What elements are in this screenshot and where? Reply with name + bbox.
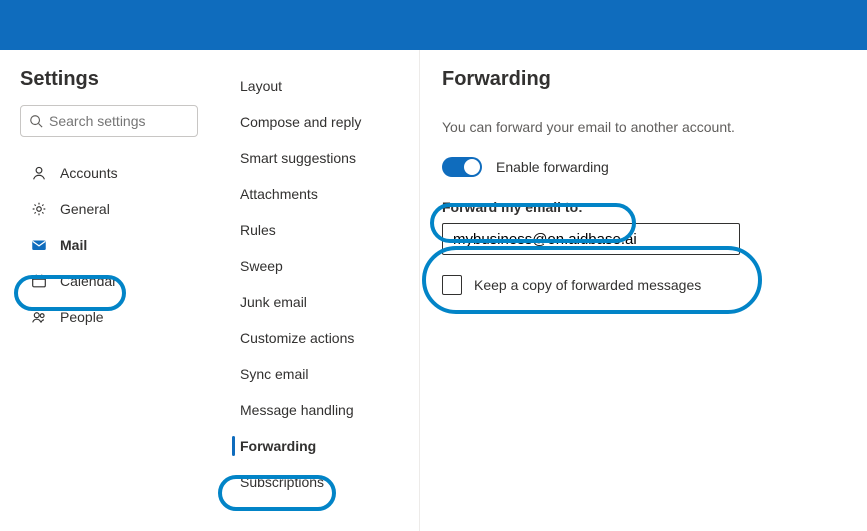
toggle-knob <box>464 159 480 175</box>
calendar-icon <box>30 272 48 290</box>
enable-forwarding-toggle[interactable] <box>442 157 482 177</box>
subnav-label: Message handling <box>240 402 354 418</box>
settings-sidebar: Settings Accounts General Mail <box>0 50 218 531</box>
subnav-subscriptions[interactable]: Subscriptions <box>218 464 419 500</box>
app-topbar <box>0 0 867 50</box>
forward-to-label: Forward my email to: <box>442 199 867 215</box>
nav-item-accounts[interactable]: Accounts <box>20 155 208 191</box>
subnav-label: Subscriptions <box>240 474 324 490</box>
subnav-label: Customize actions <box>240 330 354 346</box>
nav-label: General <box>60 201 110 217</box>
nav-label: Accounts <box>60 165 118 181</box>
person-icon <box>30 164 48 182</box>
subnav-message-handling[interactable]: Message handling <box>218 392 419 428</box>
search-icon <box>29 114 43 128</box>
subnav-customize[interactable]: Customize actions <box>218 320 419 356</box>
subnav-junk[interactable]: Junk email <box>218 284 419 320</box>
subnav-layout[interactable]: Layout <box>218 68 419 104</box>
keep-copy-label: Keep a copy of forwarded messages <box>474 277 701 293</box>
keep-copy-checkbox[interactable] <box>442 275 462 295</box>
settings-window: Settings Accounts General Mail <box>0 50 867 531</box>
mail-subnav: Layout Compose and reply Smart suggestio… <box>218 50 420 531</box>
forwarding-pane: Forwarding You can forward your email to… <box>420 50 867 531</box>
subnav-sweep[interactable]: Sweep <box>218 248 419 284</box>
search-settings[interactable] <box>20 105 198 137</box>
subnav-label: Sweep <box>240 258 283 274</box>
subnav-forwarding[interactable]: Forwarding <box>218 428 419 464</box>
subnav-label: Sync email <box>240 366 308 382</box>
pane-description: You can forward your email to another ac… <box>442 119 867 135</box>
subnav-label: Attachments <box>240 186 318 202</box>
keep-copy-row: Keep a copy of forwarded messages <box>442 275 867 295</box>
people-icon <box>30 308 48 326</box>
subnav-label: Compose and reply <box>240 114 361 130</box>
nav-item-people[interactable]: People <box>20 299 208 335</box>
subnav-label: Rules <box>240 222 276 238</box>
forward-to-input[interactable] <box>442 223 740 255</box>
subnav-sync[interactable]: Sync email <box>218 356 419 392</box>
gear-icon <box>30 200 48 218</box>
subnav-compose[interactable]: Compose and reply <box>218 104 419 140</box>
nav-item-general[interactable]: General <box>20 191 208 227</box>
subnav-attachments[interactable]: Attachments <box>218 176 419 212</box>
mail-icon <box>30 236 48 254</box>
nav-label: People <box>60 309 104 325</box>
nav-item-calendar[interactable]: Calendar <box>20 263 208 299</box>
nav-label: Calendar <box>60 273 117 289</box>
enable-forwarding-row: Enable forwarding <box>442 157 867 177</box>
subnav-smart[interactable]: Smart suggestions <box>218 140 419 176</box>
subnav-label: Forwarding <box>240 438 316 454</box>
nav-label: Mail <box>60 237 87 253</box>
search-input[interactable] <box>49 113 230 129</box>
nav-item-mail[interactable]: Mail <box>20 227 208 263</box>
page-title: Settings <box>20 68 208 91</box>
pane-title: Forwarding <box>442 68 867 91</box>
subnav-rules[interactable]: Rules <box>218 212 419 248</box>
toggle-label: Enable forwarding <box>496 159 609 175</box>
subnav-label: Smart suggestions <box>240 150 356 166</box>
subnav-label: Junk email <box>240 294 307 310</box>
subnav-label: Layout <box>240 78 282 94</box>
